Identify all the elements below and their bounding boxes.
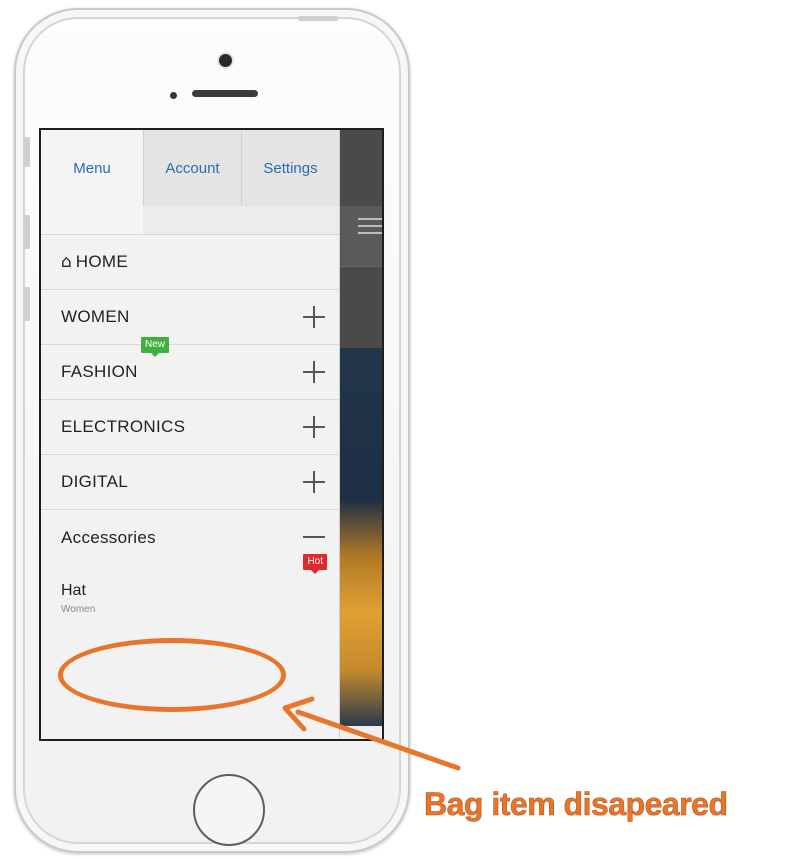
callout-ellipse bbox=[58, 638, 286, 712]
menu-item-label: DIGITAL bbox=[61, 472, 128, 491]
menu-item-label: Accessories bbox=[61, 528, 156, 547]
new-badge: New bbox=[141, 337, 170, 357]
power-button bbox=[298, 16, 338, 21]
menu-item-fashion[interactable]: New FASHION bbox=[41, 337, 339, 400]
submenu-item-hat[interactable]: Hat Women bbox=[41, 566, 339, 615]
front-camera bbox=[219, 54, 232, 67]
submenu-item-title: Hat bbox=[61, 582, 86, 599]
submenu-item-caption: Women bbox=[61, 604, 96, 615]
drawer-header: Menu Account Settings bbox=[41, 130, 339, 235]
home-icon: ⌂ bbox=[61, 252, 72, 272]
tab-settings[interactable]: Settings bbox=[241, 130, 339, 206]
drawer-tabs: Menu Account Settings bbox=[41, 130, 339, 206]
callout-caption: Bag item disapeared bbox=[424, 786, 729, 823]
tab-account[interactable]: Account bbox=[143, 130, 241, 206]
expand-plus-icon[interactable] bbox=[303, 416, 325, 438]
app-banner-image bbox=[340, 348, 382, 726]
menu-item-label: WOMEN bbox=[61, 307, 130, 326]
hamburger-icon[interactable] bbox=[358, 218, 382, 234]
menu-item-digital[interactable]: DIGITAL bbox=[41, 455, 339, 510]
menu-item-electronics[interactable]: ELECTRONICS bbox=[41, 400, 339, 455]
menu-item-accessories[interactable]: Accessories Hot bbox=[41, 510, 339, 574]
active-tab-extension bbox=[41, 206, 143, 234]
expand-plus-icon[interactable] bbox=[303, 361, 325, 383]
volume-down-button bbox=[24, 287, 30, 321]
mute-switch bbox=[24, 137, 30, 167]
expand-plus-icon[interactable] bbox=[303, 471, 325, 493]
menu-item-home[interactable]: ⌂ HOME bbox=[41, 235, 339, 290]
proximity-sensor bbox=[170, 92, 177, 99]
home-button[interactable] bbox=[193, 774, 265, 846]
menu-item-women[interactable]: WOMEN bbox=[41, 290, 339, 345]
menu-item-label: HOME bbox=[75, 252, 128, 271]
drawer-menu: ⌂ HOME WOMEN New FASHION ELECTRONICS DIG… bbox=[41, 235, 339, 574]
earpiece-speaker bbox=[192, 90, 258, 97]
menu-item-label: FASHION bbox=[61, 362, 138, 381]
volume-up-button bbox=[24, 215, 30, 249]
app-footer bbox=[340, 726, 382, 739]
tab-menu[interactable]: Menu bbox=[41, 130, 143, 206]
collapse-minus-icon[interactable] bbox=[303, 536, 325, 538]
menu-item-label: ELECTRONICS bbox=[61, 417, 186, 436]
app-header-bar bbox=[340, 206, 382, 267]
expand-plus-icon[interactable] bbox=[303, 306, 325, 328]
